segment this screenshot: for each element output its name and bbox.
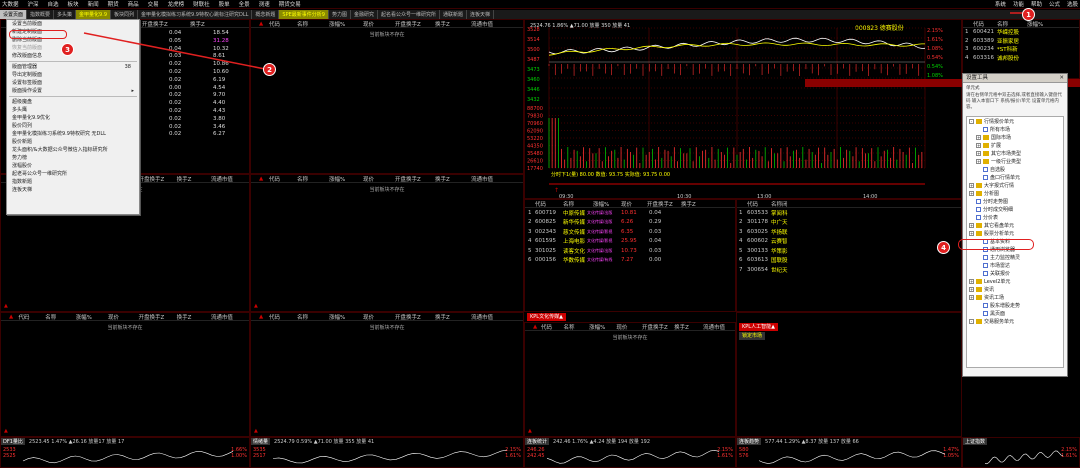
annotation-badge-1: 1 xyxy=(1022,8,1035,21)
annotation-badge-3: 3 xyxy=(61,43,74,56)
annotation-badge-2: 2 xyxy=(263,63,276,76)
annotation-arrows xyxy=(83,12,1032,70)
annotation-badge-4: 4 xyxy=(937,241,950,254)
